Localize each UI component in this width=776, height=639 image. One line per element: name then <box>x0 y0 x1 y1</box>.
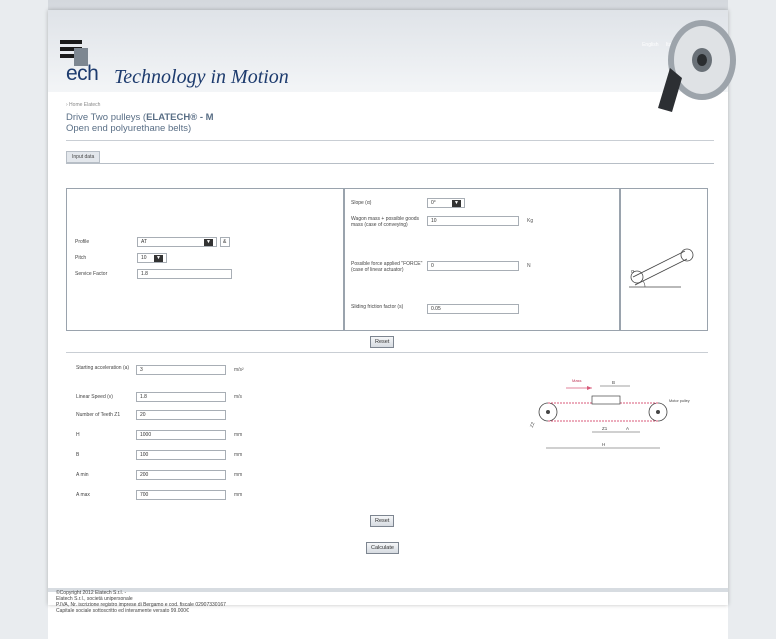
wagon-mass-unit: Kg <box>527 218 534 224</box>
a-max-input[interactable]: 700 <box>136 490 226 500</box>
wagon-mass-input[interactable]: 10 <box>427 216 519 226</box>
main-content: › Home Elatech Drive Two pulleys (ELATEC… <box>66 102 714 164</box>
teeth-input[interactable]: 20 <box>136 410 226 420</box>
diagram-h-label: H <box>602 442 605 447</box>
chevron-down-icon: ▼ <box>204 238 213 246</box>
load-panel: Slope (α) 0° ▼ Wagon mass + possible good… <box>344 188 620 331</box>
breadcrumb[interactable]: › Home Elatech <box>66 102 714 108</box>
friction-input[interactable]: 0.05 <box>427 304 519 314</box>
h-label: H <box>76 432 80 438</box>
a-min-input[interactable]: 200 <box>136 470 226 480</box>
acceleration-label: Starting acceleration (a) <box>76 365 130 371</box>
background-left <box>0 0 48 639</box>
force-label: Possible force applied "FORCE" (case of … <box>351 261 423 273</box>
page-container: ech Technology in Motion English Italian… <box>48 10 736 605</box>
speed-unit: m/s <box>234 394 243 400</box>
b-unit: mm <box>234 452 243 458</box>
pitch-label: Pitch <box>75 255 87 261</box>
h-unit: mm <box>234 432 243 438</box>
tab-divider <box>66 163 714 164</box>
speed-input[interactable]: 1.8 <box>136 392 226 402</box>
diagram-b-label: B <box>612 380 615 385</box>
driver-pulley-label: Motor pulley <box>669 399 690 403</box>
teeth-label: Number of Teeth Z1 <box>76 412 121 418</box>
b-input[interactable]: 100 <box>136 450 226 460</box>
section-divider <box>66 352 708 353</box>
profile-panel: Profile AT ▼ & Pitch 10 ▼ Service Factor 1… <box>66 188 344 331</box>
service-factor-label: Service Factor <box>75 271 108 277</box>
page-title: Drive Two pulleys (ELATECH® - M Open end… <box>66 112 214 134</box>
belt-drive-diagram: Mass B Z1 A H Z2 Motor pulley <box>529 378 690 449</box>
slope-diagram: α <box>629 248 694 288</box>
pitch-select[interactable]: 10 ▼ <box>137 253 167 263</box>
tab-input-data[interactable]: Input data <box>66 151 101 163</box>
tagline: Technology in Motion <box>114 66 289 88</box>
a-max-unit: mm <box>234 492 243 498</box>
logo-text[interactable]: ech <box>66 62 99 86</box>
profile-extra-button[interactable]: & <box>220 237 230 247</box>
force-unit: N <box>527 263 531 269</box>
speed-label: Linear Speed (v) <box>76 394 113 400</box>
diagram-a-label: A <box>626 426 629 431</box>
service-factor-input[interactable]: 1.8 <box>137 269 232 279</box>
chevron-down-icon: ▼ <box>452 199 461 207</box>
profile-label: Profile <box>75 239 90 245</box>
h-input[interactable]: 1000 <box>136 430 226 440</box>
acceleration-unit: m/s² <box>234 367 244 373</box>
slope-label: Slope (α) <box>351 200 372 206</box>
b-label: B <box>76 452 80 458</box>
diagram-z2-label: Z2 <box>529 421 536 428</box>
wagon-mass-label: Wagon mass + possible goods mass (case o… <box>351 216 420 228</box>
profile-select[interactable]: AT ▼ <box>137 237 217 247</box>
a-min-label: A min <box>76 472 89 478</box>
acceleration-input[interactable]: 3 <box>136 365 226 375</box>
chevron-down-icon: ▼ <box>154 254 163 262</box>
reset-button-bottom[interactable]: Reset <box>370 515 395 527</box>
mass-label: Mass <box>572 378 582 383</box>
footer: ©Copyright 2012 Elatech S.r.l. - Elatech… <box>56 590 226 614</box>
footer-capital: Capitale sociale sottoscritto ed interam… <box>56 608 189 614</box>
friction-label: Sliding friction factor (s) <box>351 304 404 310</box>
slope-diagram-panel: α <box>620 188 708 331</box>
site-header: ech Technology in Motion English Italian… <box>48 10 736 112</box>
a-max-label: A max <box>76 492 90 498</box>
diagram-z1-label: Z1 <box>602 426 608 431</box>
a-min-unit: mm <box>234 472 243 478</box>
force-input[interactable]: 0 <box>427 261 519 271</box>
calculate-button[interactable]: Calculate <box>366 542 399 554</box>
divider <box>66 140 714 141</box>
slope-select[interactable]: 0° ▼ <box>427 198 465 208</box>
svg-text:α: α <box>631 269 634 275</box>
reset-button-top[interactable]: Reset <box>370 336 395 348</box>
